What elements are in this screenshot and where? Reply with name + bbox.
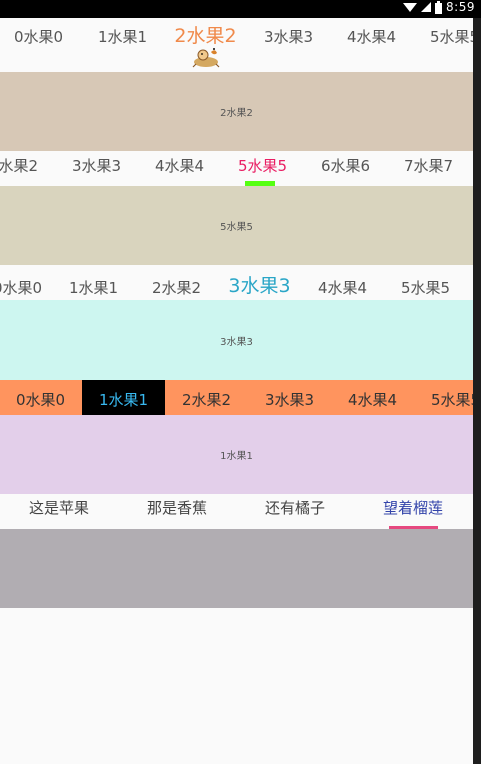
tab-label: 7水果7 (403, 157, 454, 175)
tab-label: 这是苹果 (28, 499, 89, 517)
tab-label: 0水果0 (0, 279, 43, 297)
tab-label: 6水果6 (320, 157, 371, 175)
tab3-item-4[interactable]: 4水果4 (301, 265, 384, 300)
tab1-item-1[interactable]: 1水果1 (81, 18, 164, 72)
page-view-1[interactable]: 2水果2 (0, 72, 473, 151)
tab-label: 2水果2 (174, 25, 237, 47)
page-view-5[interactable] (0, 529, 473, 608)
tab-label: 1水果1 (98, 391, 149, 409)
tab4-item-1-selected[interactable]: 1水果1 (82, 380, 165, 415)
battery-icon (435, 0, 443, 14)
tab-label: 4水果4 (317, 279, 368, 297)
tab3-item-3-selected[interactable]: 3水果3 (218, 265, 301, 300)
tab4-item-5[interactable]: 5水果5 (414, 380, 473, 415)
wifi-icon (403, 3, 418, 12)
status-time: 8:59 (446, 0, 475, 14)
tab-strip-2: 2水果2 3水果3 4水果4 5水果5 6水果6 7水果7 (0, 151, 473, 186)
signal-icon (421, 2, 432, 12)
tab5-item-banana[interactable]: 那是香蕉 (118, 494, 236, 529)
tab4-item-0[interactable]: 0水果0 (0, 380, 82, 415)
tab1-item-3[interactable]: 3水果3 (247, 18, 330, 72)
scrollbar[interactable] (473, 18, 481, 764)
tab-label: 5水果5 (430, 391, 473, 409)
tab3-item-1[interactable]: 1水果1 (52, 265, 135, 300)
status-bar: 8:59 (0, 0, 481, 18)
tab5-item-orange[interactable]: 还有橘子 (236, 494, 354, 529)
tab3-item-5[interactable]: 5水果5 (384, 265, 467, 300)
tab-label: 那是香蕉 (146, 499, 207, 517)
tab5-item-durian-selected[interactable]: 望着榴莲 (354, 494, 472, 529)
status-icons: 8:59 (403, 0, 475, 18)
tab2-item-4[interactable]: 6水果6 (304, 151, 387, 186)
page-label: 5水果5 (220, 222, 253, 233)
tab4-item-3[interactable]: 3水果3 (248, 380, 331, 415)
page-view-3[interactable]: 3水果3 (0, 300, 473, 380)
tab-strip-4: 0水果0 1水果1 2水果2 3水果3 4水果4 5水果5 (0, 380, 473, 415)
tab2-item-0[interactable]: 2水果2 (0, 151, 55, 186)
tab4-item-4[interactable]: 4水果4 (331, 380, 414, 415)
tab-label: 0水果0 (15, 391, 66, 409)
page-label: 2水果2 (220, 108, 253, 119)
tab-label: 3水果3 (228, 275, 291, 297)
tab2-item-5[interactable]: 7水果7 (387, 151, 470, 186)
tab1-item-0[interactable]: 0水果0 (0, 18, 80, 72)
tab2-item-1[interactable]: 3水果3 (55, 151, 138, 186)
tab-label: 3水果3 (264, 391, 315, 409)
page-label: 1水果1 (220, 451, 253, 462)
tab-strip-5: 这是苹果 那是香蕉 还有橘子 望着榴莲 (0, 494, 473, 529)
tab2-item-2[interactable]: 4水果4 (138, 151, 221, 186)
tab-label: 5水果5 (429, 28, 473, 46)
tab-label: 5水果5 (237, 157, 288, 175)
tab4-item-2[interactable]: 2水果2 (165, 380, 248, 415)
page-view-4[interactable]: 1水果1 (0, 415, 473, 494)
tab-label: 4水果4 (154, 157, 205, 175)
tab-label: 4水果4 (346, 28, 397, 46)
tab-strip-1: 0水果0 1水果1 2水果2 3水果3 4水果4 5水果5 (0, 18, 473, 72)
tab3-item-2[interactable]: 2水果2 (135, 265, 218, 300)
tab-label: 望着榴莲 (382, 499, 443, 517)
tab1-item-4[interactable]: 4水果4 (330, 18, 413, 72)
tab-label: 3水果3 (263, 28, 314, 46)
tab-label: 5水果5 (400, 279, 451, 297)
tab-label: 2水果2 (181, 391, 232, 409)
page-view-2[interactable]: 5水果5 (0, 186, 473, 265)
tab1-item-5[interactable]: 5水果5 (413, 18, 473, 72)
tab-label: 还有橘子 (264, 499, 325, 517)
tab-label: 1水果1 (97, 28, 148, 46)
page-label: 3水果3 (220, 336, 253, 348)
tab5-item-apple[interactable]: 这是苹果 (0, 494, 118, 529)
tab-label: 3水果3 (71, 157, 122, 175)
tab-label: 2水果2 (0, 157, 39, 175)
tab-strip-3: 0水果0 1水果1 2水果2 3水果3 4水果4 5水果5 (0, 265, 473, 300)
tab-label: 2水果2 (151, 279, 202, 297)
tab3-item-0[interactable]: 0水果0 (0, 265, 59, 300)
tab-label: 1水果1 (68, 279, 119, 297)
tab-label: 0水果0 (13, 28, 64, 46)
tab-label: 4水果4 (347, 391, 398, 409)
cartoon-indicator-icon (192, 48, 220, 68)
